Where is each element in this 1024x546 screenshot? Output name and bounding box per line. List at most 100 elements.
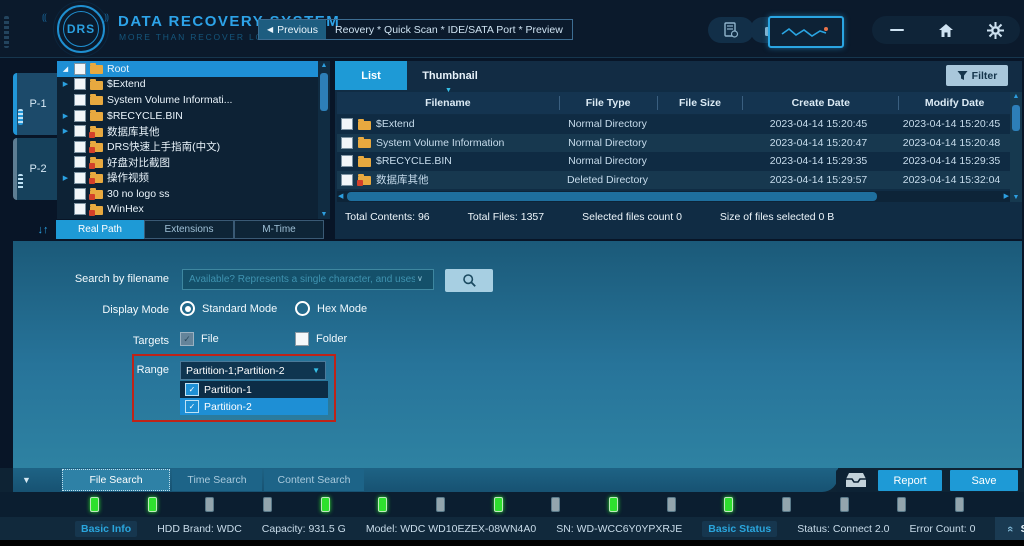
folder-icon (358, 137, 371, 149)
tree-checkbox[interactable] (74, 203, 86, 216)
tree-checkbox[interactable] (74, 93, 86, 106)
tree-checkbox[interactable] (74, 156, 86, 169)
cell-file-type: Normal Directory (568, 118, 647, 131)
horizontal-scrollbar-thumb[interactable] (347, 192, 877, 201)
logo-text: DRS (63, 11, 99, 47)
tab-content-search[interactable]: Content Search (264, 469, 364, 491)
filter-button[interactable]: Filter (946, 65, 1008, 86)
tree-checkbox[interactable] (74, 140, 86, 153)
export-inbox-button[interactable] (836, 469, 876, 492)
radio-standard-mode[interactable]: Standard Mode (180, 301, 277, 316)
tab-thumbnail[interactable]: Thumbnail (407, 61, 493, 90)
row-checkbox[interactable] (341, 155, 353, 168)
tab-time-search[interactable]: Time Search (172, 469, 262, 491)
tree-item[interactable]: ▶ $Extend (57, 77, 330, 93)
table-row[interactable]: $RECYCLE.BIN Normal Directory 2023-04-14… (337, 152, 1010, 171)
tree-item[interactable]: 好盘对比截图 (57, 155, 330, 171)
cell-filename: System Volume Information (376, 136, 505, 149)
collapse-arrow-icon[interactable]: ▶ (61, 112, 70, 120)
collapse-arrow-icon[interactable]: ▶ (61, 127, 70, 135)
cell-file-type: Deleted Directory (566, 173, 649, 186)
scroll-down-icon[interactable]: ▼ (318, 211, 330, 218)
save-button[interactable]: Save (950, 470, 1018, 491)
collapse-panel-icon[interactable]: ▼ (22, 475, 31, 485)
basic-info-label[interactable]: Basic Info (75, 520, 138, 537)
column-file-size[interactable]: File Size (658, 96, 744, 110)
checkbox-file[interactable]: ✓ File (180, 332, 219, 346)
folder-icon (90, 94, 103, 106)
range-dropdown[interactable]: Partition-1;Partition-2 ▼ (180, 361, 326, 380)
tree-checkbox[interactable] (74, 78, 86, 91)
tree-item[interactable]: ▶ $RECYCLE.BIN (57, 108, 330, 124)
column-create-date[interactable]: Create Date (743, 96, 900, 110)
search-button[interactable] (445, 269, 493, 292)
basic-status-label[interactable]: Basic Status (702, 520, 778, 537)
tree-item[interactable]: WinHex (57, 201, 330, 217)
home-button[interactable] (931, 18, 961, 42)
tree-checkbox[interactable] (74, 125, 86, 138)
tree-item[interactable]: 30 no logo ss (57, 186, 330, 202)
scroll-up-icon[interactable]: ▲ (318, 62, 330, 69)
tree-scrollbar-thumb[interactable] (320, 73, 328, 111)
radio-selected-icon[interactable] (180, 301, 195, 316)
collapse-arrow-icon[interactable]: ▶ (61, 174, 70, 182)
column-file-type[interactable]: File Type (560, 96, 658, 110)
row-checkbox[interactable] (341, 136, 353, 149)
checkbox-folder[interactable]: Folder (295, 332, 347, 346)
tree-checkbox[interactable] (74, 109, 86, 122)
scroll-up-icon[interactable]: ▲ (1010, 93, 1022, 100)
tree-checkbox[interactable] (74, 171, 86, 184)
tree-item[interactable]: DRS快速上手指南(中文) (57, 139, 330, 155)
tree-item[interactable]: System Volume Informati... (57, 92, 330, 108)
table-row[interactable]: System Volume Information Normal Directo… (337, 133, 1010, 152)
settings-button[interactable] (980, 18, 1010, 42)
checkbox-checked-icon[interactable]: ✓ (185, 383, 199, 396)
previous-button[interactable]: ◀ Previous (259, 20, 327, 39)
tree-item-root[interactable]: ◢ Root (57, 61, 330, 77)
minimize-button[interactable] (882, 18, 912, 42)
tab-file-search[interactable]: File Search (62, 469, 170, 491)
column-modify-date[interactable]: Modify Date (899, 96, 1010, 110)
radio-hex-mode[interactable]: Hex Mode (295, 301, 367, 316)
tab-real-path[interactable]: Real Path (56, 220, 144, 239)
scroll-left-icon[interactable]: ◀ (338, 192, 343, 200)
diagnostics-waveform-button[interactable] (768, 16, 844, 48)
show-indicators-button[interactable]: « Show Indicators (995, 517, 1024, 540)
partition-tab-p2[interactable]: P-2 (13, 138, 59, 200)
tree-item[interactable]: ▶ 数据库其他 (57, 123, 330, 139)
table-row[interactable]: 数据库其他 Deleted Directory 2023-04-14 15:29… (337, 170, 1010, 189)
horizontal-scrollbar[interactable]: ◀ ▶ (337, 191, 1010, 202)
indicator-led (666, 497, 676, 512)
tree-checkbox[interactable] (74, 187, 86, 200)
checkbox-checked-icon[interactable]: ✓ (185, 400, 199, 413)
row-checkbox[interactable] (341, 173, 353, 186)
column-filename[interactable]: Filename (337, 96, 560, 110)
table-row[interactable]: $Extend Normal Directory 2023-04-14 15:2… (337, 115, 1010, 134)
vertical-scrollbar-thumb[interactable] (1012, 105, 1020, 131)
deleted-folder-icon (89, 203, 103, 216)
filename-search-input[interactable] (182, 269, 434, 290)
partition-tab-p1[interactable]: P-1 (13, 73, 59, 135)
scroll-right-icon[interactable]: ▶ (1004, 192, 1009, 200)
report-log-button[interactable] (708, 17, 754, 43)
tab-m-time[interactable]: M-Time (234, 220, 324, 239)
tab-extensions[interactable]: Extensions (144, 220, 234, 239)
report-button[interactable]: Report (878, 470, 942, 491)
cell-modify-date: 2023-04-14 15:32:04 (902, 173, 1001, 186)
input-history-chevron-icon[interactable]: ∨ (417, 274, 423, 283)
tree-scrollbar[interactable]: ▲ ▼ (318, 61, 330, 219)
bottom-edge (0, 540, 1024, 546)
radio-unselected-icon[interactable] (295, 301, 310, 316)
checkbox-empty-icon[interactable] (295, 332, 309, 346)
scroll-down-icon[interactable]: ▼ (1010, 194, 1022, 201)
sort-icon[interactable]: ↓↑ (30, 224, 56, 236)
range-option-partition-2[interactable]: ✓ Partition-2 (180, 398, 328, 415)
expand-arrow-icon[interactable]: ◢ (61, 65, 70, 73)
row-checkbox[interactable] (341, 118, 353, 131)
collapse-arrow-icon[interactable]: ▶ (61, 80, 70, 88)
tab-list[interactable]: List (335, 61, 407, 90)
range-option-partition-1[interactable]: ✓ Partition-1 (180, 381, 328, 398)
tree-item[interactable]: ▶ 操作视频 (57, 170, 330, 186)
vertical-scrollbar[interactable]: ▲ ▼ (1010, 92, 1022, 202)
tree-checkbox[interactable] (74, 62, 86, 75)
